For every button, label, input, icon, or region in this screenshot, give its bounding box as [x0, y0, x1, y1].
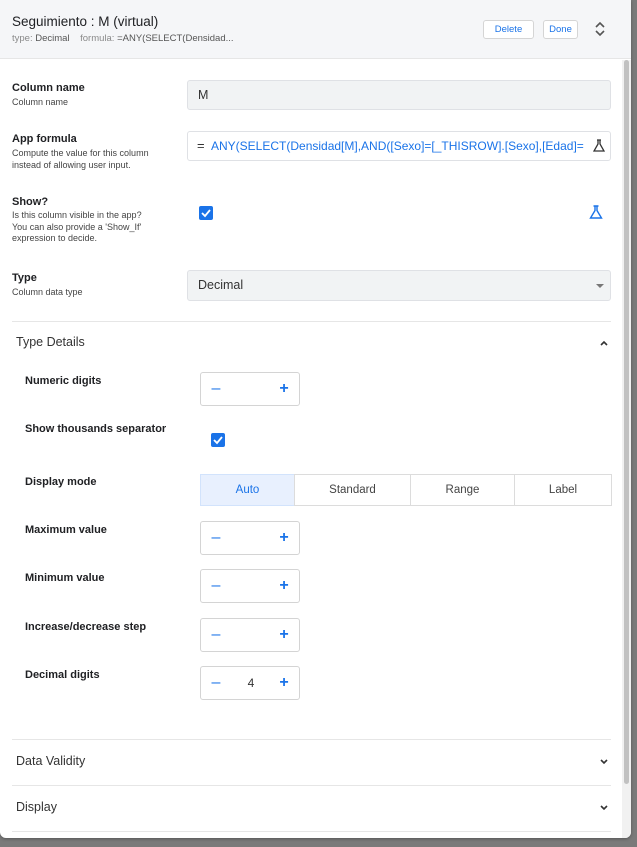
- expand-collapse-icon[interactable]: [592, 20, 608, 38]
- delete-button[interactable]: Delete: [483, 20, 534, 39]
- app-formula-desc: Compute the value for this column instea…: [12, 148, 149, 171]
- app-formula-label: App formula: [12, 133, 77, 145]
- formula-value: =ANY(SELECT(Densidad...: [117, 33, 234, 44]
- done-button[interactable]: Done: [543, 20, 578, 39]
- show-desc: Is this column visible in the app? You c…: [12, 210, 142, 245]
- chevron-up-icon[interactable]: [598, 339, 610, 347]
- show-desc-line: Is this column visible in the app?: [12, 210, 142, 220]
- decimal-digits-stepper[interactable]: – 4 +: [200, 666, 300, 700]
- decrement-button[interactable]: –: [209, 379, 223, 399]
- editor-title: Seguimiento : M (virtual): [12, 14, 159, 29]
- decimal-digits-label: Decimal digits: [25, 669, 100, 681]
- show-checkbox[interactable]: [199, 206, 213, 220]
- display-mode-label-option[interactable]: Label: [514, 474, 612, 506]
- show-label: Show?: [12, 196, 49, 208]
- flask-icon[interactable]: [593, 139, 605, 153]
- formula-text: ANY(SELECT(Densidad[M],AND([Sexo]=[_THIS…: [211, 139, 584, 153]
- divider: [12, 739, 611, 740]
- divider: [12, 831, 611, 832]
- editor-header: Seguimiento : M (virtual) type: Decimal …: [0, 0, 631, 59]
- type-label: Type: [12, 272, 37, 284]
- app-formula-desc-line: Compute the value for this column: [12, 148, 149, 158]
- display-mode-auto[interactable]: Auto: [200, 474, 295, 506]
- app-formula-desc-line: instead of allowing user input.: [12, 159, 131, 170]
- column-name-desc: Column name: [12, 97, 69, 107]
- numeric-digits-label: Numeric digits: [25, 375, 102, 387]
- step-stepper[interactable]: – +: [200, 618, 300, 652]
- column-name-label: Column name: [12, 82, 85, 94]
- maximum-value-label: Maximum value: [25, 524, 107, 536]
- scrollbar[interactable]: [622, 60, 631, 838]
- display-mode-label: Display mode: [25, 476, 97, 488]
- maximum-value-stepper[interactable]: – +: [200, 521, 300, 555]
- divider: [12, 785, 611, 786]
- increment-button[interactable]: +: [277, 625, 291, 645]
- numeric-digits-stepper[interactable]: – +: [200, 372, 300, 406]
- increment-button[interactable]: +: [277, 528, 291, 548]
- editor-subtitle: type: Decimal formula: =ANY(SELECT(Densi…: [12, 33, 234, 44]
- column-name-input[interactable]: M: [187, 80, 611, 110]
- display-mode-standard[interactable]: Standard: [294, 474, 411, 506]
- display-mode-range[interactable]: Range: [410, 474, 515, 506]
- show-if-flask-icon[interactable]: [589, 205, 603, 220]
- minimum-value-label: Minimum value: [25, 572, 105, 584]
- decrement-button[interactable]: –: [209, 673, 223, 693]
- column-editor-panel: Seguimiento : M (virtual) type: Decimal …: [0, 0, 631, 838]
- decimal-digits-value[interactable]: 4: [231, 676, 271, 690]
- data-validity-section[interactable]: Data Validity: [16, 754, 85, 768]
- type-details-title[interactable]: Type Details: [16, 335, 85, 349]
- check-icon: [213, 436, 223, 445]
- type-desc: Column data type: [12, 287, 83, 297]
- increment-button[interactable]: +: [277, 673, 291, 693]
- thousands-separator-label: Show thousands separator: [25, 423, 167, 435]
- scrollbar-thumb[interactable]: [624, 60, 629, 784]
- thousands-separator-checkbox[interactable]: [211, 433, 225, 447]
- display-section[interactable]: Display: [16, 800, 57, 814]
- column-name-value: M: [198, 88, 209, 102]
- formula-key: formula:: [80, 33, 115, 44]
- decrement-button[interactable]: –: [209, 625, 223, 645]
- increment-button[interactable]: +: [277, 379, 291, 399]
- increment-button[interactable]: +: [277, 576, 291, 596]
- check-icon: [201, 209, 211, 218]
- minimum-value-stepper[interactable]: – +: [200, 569, 300, 603]
- chevron-down-icon[interactable]: [598, 758, 610, 766]
- type-select-value: Decimal: [198, 278, 244, 292]
- type-value: Decimal: [35, 33, 70, 44]
- decrement-button[interactable]: –: [209, 576, 223, 596]
- dropdown-caret-icon: [596, 284, 604, 288]
- divider: [12, 321, 611, 322]
- app-formula-input[interactable]: = ANY(SELECT(Densidad[M],AND([Sexo]=[_TH…: [187, 131, 611, 161]
- decrement-button[interactable]: –: [209, 528, 223, 548]
- formula-equals-sign: =: [197, 138, 205, 153]
- step-label: Increase/decrease step: [25, 621, 147, 633]
- type-select[interactable]: Decimal: [187, 270, 611, 301]
- show-desc-line: expression to decide.: [12, 233, 98, 243]
- chevron-down-icon[interactable]: [598, 804, 610, 812]
- type-key: type:: [12, 33, 33, 44]
- show-desc-line: You can also provide a 'Show_If': [12, 221, 142, 232]
